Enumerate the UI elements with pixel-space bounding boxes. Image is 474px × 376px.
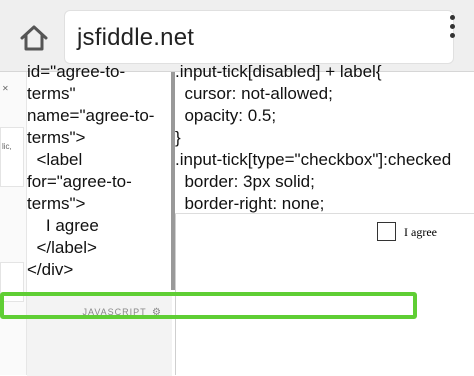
code-line: terms" [27, 84, 76, 103]
code-line: id="agree-to- [27, 62, 126, 81]
code-line: <label [27, 150, 83, 169]
code-line: </div> [27, 260, 74, 279]
javascript-label-text: JAVASCRIPT [82, 307, 147, 317]
close-icon[interactable]: ✕ [2, 84, 9, 93]
code-line: opacity: 0.5; [175, 106, 277, 125]
more-options-button[interactable] [438, 14, 466, 42]
url-text: jsfiddle.net [77, 24, 195, 51]
javascript-pane-label: JAVASCRIPT ⚙ [83, 307, 163, 318]
javascript-editor[interactable]: JAVASCRIPT ⚙ [27, 294, 172, 376]
gear-icon[interactable]: ⚙ [152, 307, 162, 318]
code-line: for="agree-to- [27, 172, 132, 191]
result-pane: I agree [175, 214, 474, 375]
address-bar[interactable]: jsfiddle.net [64, 10, 454, 64]
code-line: </label> [27, 238, 97, 257]
code-line: } [175, 128, 181, 147]
code-line: name="agree-to- [27, 106, 155, 125]
code-line: terms"> [27, 128, 86, 147]
jsfiddle-page: ✕ lic, id="agree-to- terms" name="agree-… [0, 62, 474, 376]
home-button[interactable] [14, 18, 54, 58]
css-editor[interactable]: .input-tick[disabled] + label{ cursor: n… [175, 62, 474, 213]
code-line: cursor: not-allowed; [175, 84, 333, 103]
code-line: border: 3px solid; [175, 172, 315, 191]
agree-checkbox[interactable] [377, 222, 396, 241]
code-line: .input-tick[type="checkbox"]:checked [175, 150, 452, 169]
left-sidebar: ✕ lic, [0, 72, 27, 375]
sidebar-snippet: lic, [2, 142, 12, 151]
sidebar-card [0, 262, 24, 302]
code-line: terms"> [27, 194, 86, 213]
html-editor[interactable]: id="agree-to- terms" name="agree-to- ter… [27, 62, 172, 292]
sidebar-card: lic, [0, 127, 24, 187]
home-icon [20, 25, 48, 51]
code-line: border-right: none; [175, 194, 325, 213]
code-line: I agree [27, 216, 99, 235]
agree-label[interactable]: I agree [404, 225, 437, 240]
code-line: .input-tick[disabled] + label{ [175, 62, 382, 81]
